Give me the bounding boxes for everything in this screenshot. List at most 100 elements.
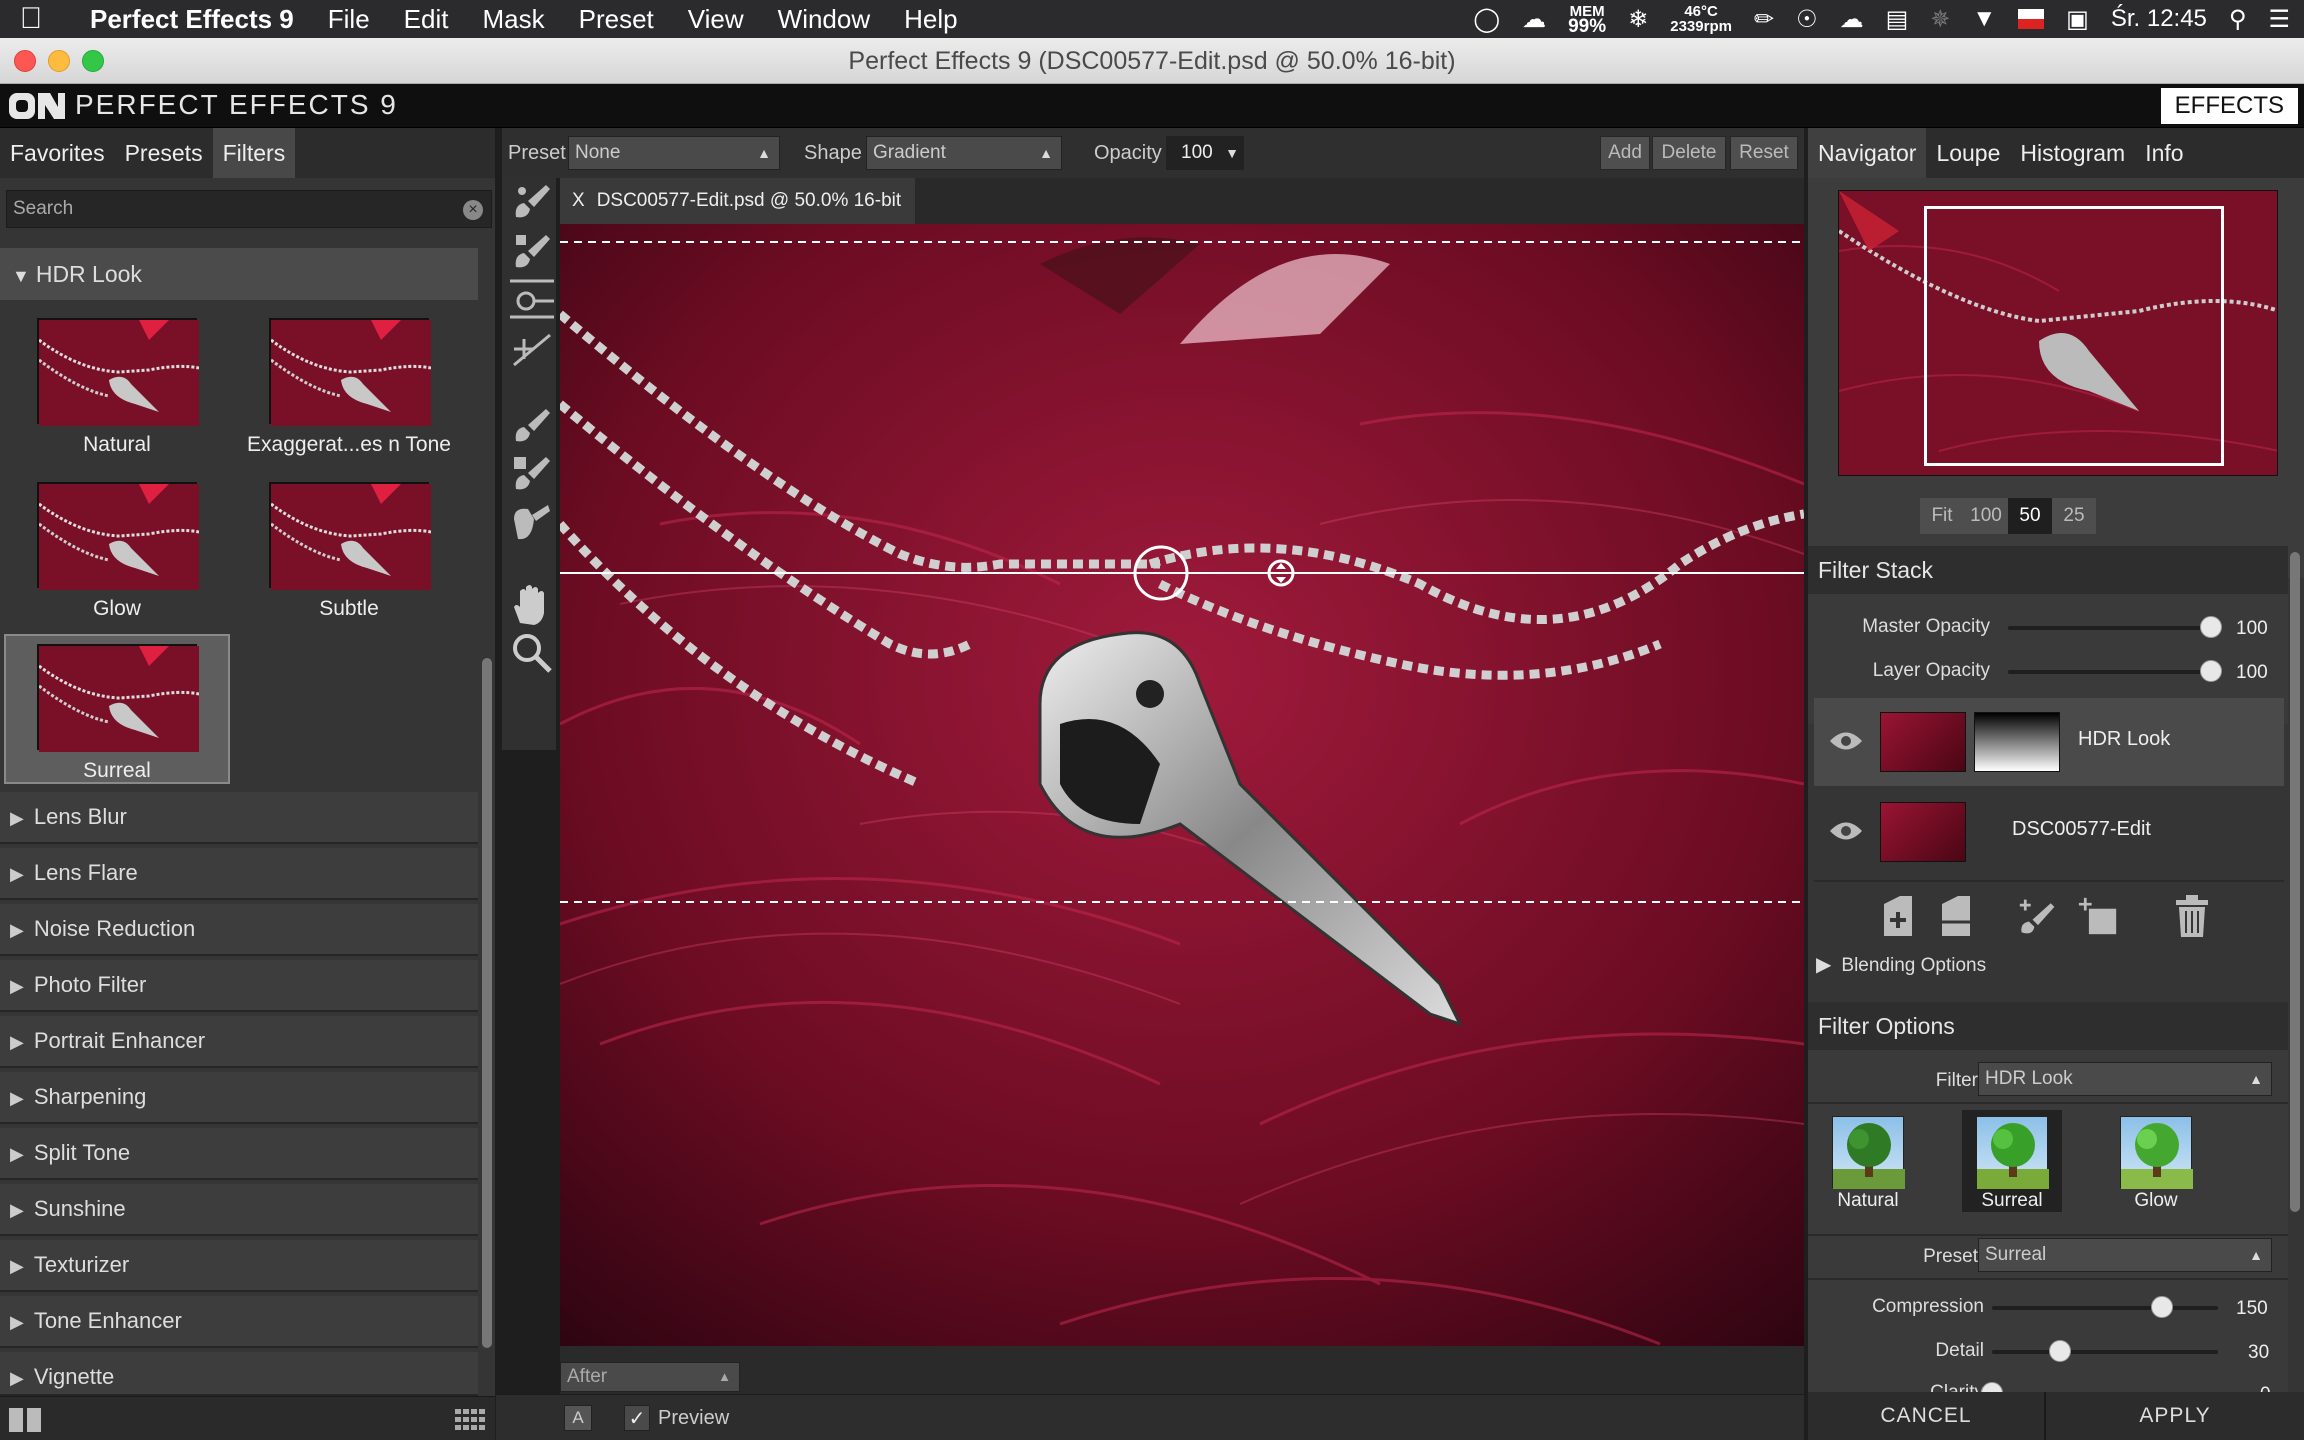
master-opacity-slider[interactable] (2008, 626, 2218, 630)
flag-icon[interactable] (2018, 9, 2045, 29)
filter-preset-surreal[interactable]: Surreal (1962, 1110, 2062, 1212)
layer-opacity-slider[interactable] (2008, 670, 2218, 674)
preset-thumb-exaggerated[interactable]: Exaggerat...es n Tone (236, 308, 462, 458)
grid-view-icon[interactable] (455, 1409, 485, 1431)
menu-file[interactable]: File (311, 4, 387, 35)
masking-brush-icon[interactable] (510, 181, 554, 225)
mask-preset-select[interactable]: None ▲ (568, 136, 780, 170)
filter-stack-header[interactable]: Filter Stack (1808, 546, 2288, 594)
menu-window[interactable]: Window (761, 4, 887, 35)
right-panel-scrollbar[interactable] (2290, 552, 2300, 1212)
layer-opacity-knob[interactable] (2200, 660, 2222, 682)
zoom-50-button[interactable]: 50 (2008, 498, 2052, 534)
battery-icon[interactable]: ▣ (2066, 5, 2089, 34)
detail-slider[interactable] (1992, 1350, 2218, 1354)
menu-mask[interactable]: Mask (465, 4, 561, 35)
reset-button[interactable]: Reset (1730, 136, 1798, 170)
eye-visibility-icon[interactable] (1828, 728, 1864, 754)
spotlight-search-icon[interactable]: ⚲ (2229, 5, 2247, 34)
filter-category-noise-reduction[interactable]: ▶ Noise Reduction (0, 904, 478, 956)
menu-edit[interactable]: Edit (387, 4, 466, 35)
close-document-icon[interactable]: X (572, 190, 585, 211)
preset-thumb-glow[interactable]: Glow (4, 472, 230, 622)
perfect-eraser-icon[interactable] (510, 453, 554, 497)
preset-thumb-surreal[interactable]: Surreal (4, 634, 230, 784)
temperature-indicator[interactable]: 46°C 2339rpm (1670, 4, 1732, 34)
filter-preset-select[interactable]: Surreal ▲ (1978, 1238, 2272, 1272)
key-icon[interactable]: ✏ (1754, 5, 1774, 34)
left-panel-scrollbar[interactable] (482, 658, 492, 1348)
clone-stamp-icon[interactable] (510, 501, 554, 545)
retouch-brush-icon[interactable] (510, 405, 554, 449)
filter-section-hdr-look[interactable]: ▼ HDR Look (0, 248, 478, 300)
filter-category-vignette[interactable]: ▶ Vignette (0, 1352, 478, 1396)
filter-options-header[interactable]: Filter Options (1808, 1002, 2288, 1050)
compare-toggle-button[interactable]: A (564, 1405, 592, 1431)
view-mode-select[interactable]: After ▲ (560, 1362, 740, 1392)
add-mask-layer-icon[interactable] (2078, 894, 2118, 938)
cancel-button[interactable]: CANCEL (1808, 1392, 2044, 1440)
detail-knob[interactable] (2048, 1340, 2071, 1362)
mask-shape-select[interactable]: Gradient ▲ (866, 136, 1062, 170)
tab-loupe[interactable]: Loupe (1926, 128, 2010, 178)
navigator-viewport-frame[interactable] (1924, 206, 2224, 466)
document-tab[interactable]: X DSC00577-Edit.psd @ 50.0% 16-bit (560, 178, 915, 224)
layer-dsc00577-edit[interactable]: DSC00577-Edit (1814, 788, 2284, 876)
fan-icon[interactable]: ❄ (1628, 5, 1648, 34)
filter-category-tone-enhancer[interactable]: ▶ Tone Enhancer (0, 1296, 478, 1348)
apply-button[interactable]: APPLY (2046, 1392, 2304, 1440)
clock[interactable]: Śr. 12:45 (2111, 5, 2207, 33)
menu-view[interactable]: View (671, 4, 761, 35)
opacity-input[interactable]: 100 ▼ (1166, 136, 1244, 170)
tab-info[interactable]: Info (2135, 128, 2193, 178)
apple-menu-icon[interactable]:  (0, 2, 62, 36)
delete-button[interactable]: Delete (1652, 136, 1726, 170)
duplicate-layer-icon[interactable] (1936, 894, 1976, 938)
master-opacity-value[interactable]: 100 (2236, 618, 2268, 640)
line-mask-tool-icon[interactable] (510, 325, 554, 369)
compression-knob[interactable] (2150, 1296, 2173, 1318)
masking-bug-icon[interactable] (510, 231, 554, 275)
headphones-icon[interactable]: ◯ (1473, 5, 1500, 34)
delete-layer-trash-icon[interactable] (2172, 894, 2212, 938)
tab-presets[interactable]: Presets (115, 128, 213, 178)
filter-category-sunshine[interactable]: ▶ Sunshine (0, 1184, 478, 1236)
keyboard-icon[interactable]: ▤ (1886, 5, 1909, 34)
tab-favorites[interactable]: Favorites (0, 128, 115, 178)
filter-category-lens-blur[interactable]: ▶ Lens Blur (0, 792, 478, 844)
menu-help[interactable]: Help (887, 4, 974, 35)
at-sign-icon[interactable]: ☉ (1796, 5, 1818, 34)
notification-center-icon[interactable]: ☰ (2268, 5, 2290, 34)
filter-type-select[interactable]: HDR Look ▲ (1978, 1062, 2272, 1096)
menu-preset[interactable]: Preset (562, 4, 671, 35)
add-button[interactable]: Add (1600, 136, 1650, 170)
new-layer-icon[interactable] (1878, 894, 1918, 938)
gradient-mask-tool-icon[interactable] (510, 277, 554, 321)
creative-cloud-icon[interactable]: ☁ (1522, 5, 1546, 34)
zoom-fit-button[interactable]: Fit (1920, 498, 1964, 534)
compression-slider[interactable] (1992, 1306, 2218, 1310)
wifi-icon[interactable]: ▼ (1972, 5, 1996, 33)
add-mask-brush-icon[interactable] (2018, 894, 2058, 938)
blending-options-toggle[interactable]: ▶ Blending Options (1816, 952, 1986, 977)
layer-hdr-look[interactable]: HDR Look (1814, 698, 2284, 786)
filter-category-texturizer[interactable]: ▶ Texturizer (0, 1240, 478, 1292)
image-canvas[interactable] (560, 224, 1804, 1346)
cloud-upload-icon[interactable]: ☁ (1840, 5, 1864, 34)
search-input[interactable]: Search × (6, 190, 492, 228)
filter-category-lens-flare[interactable]: ▶ Lens Flare (0, 848, 478, 900)
preset-thumb-natural[interactable]: Natural (4, 308, 230, 458)
tab-navigator[interactable]: Navigator (1808, 128, 1927, 178)
filter-preset-natural[interactable]: Natural (1818, 1110, 1918, 1212)
tab-filters[interactable]: Filters (212, 128, 296, 178)
preset-thumb-subtle[interactable]: Subtle (236, 472, 462, 622)
master-opacity-knob[interactable] (2200, 616, 2222, 638)
zoom-100-button[interactable]: 100 (1964, 498, 2008, 534)
eye-visibility-icon[interactable] (1828, 818, 1864, 844)
zoom-tool-icon[interactable] (510, 631, 554, 675)
panel-layout-icon[interactable] (8, 1407, 42, 1433)
filter-category-sharpening[interactable]: ▶ Sharpening (0, 1072, 478, 1124)
layer-opacity-value[interactable]: 100 (2236, 662, 2268, 684)
filter-category-portrait-enhancer[interactable]: ▶ Portrait Enhancer (0, 1016, 478, 1068)
clear-search-icon[interactable]: × (463, 200, 483, 220)
